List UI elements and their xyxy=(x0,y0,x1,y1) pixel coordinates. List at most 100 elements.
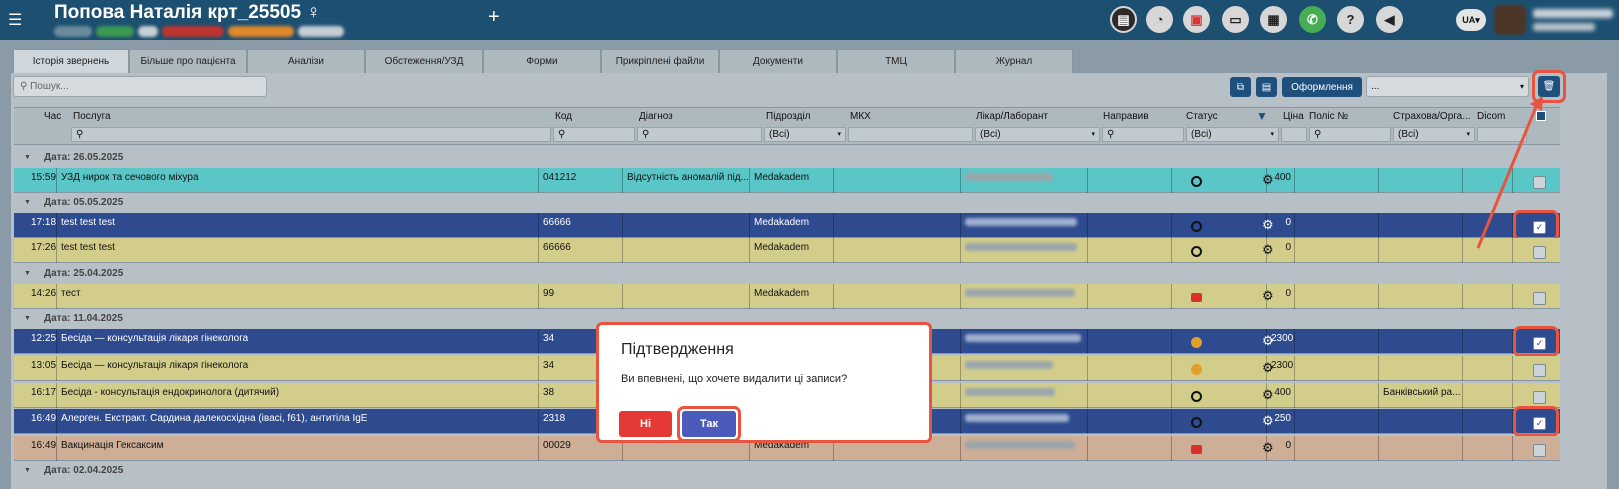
copy-button[interactable]: ⧉ xyxy=(1230,77,1251,97)
table-row[interactable]: 14:26 тест 99 Medakadem 0 ⚙ xyxy=(14,284,1560,309)
megaphone-icon[interactable]: ◀ xyxy=(1376,6,1403,33)
select-all-checkbox[interactable] xyxy=(1536,111,1546,121)
gear-icon[interactable]: ⚙ xyxy=(1262,333,1274,349)
row-checkbox[interactable]: ✓ xyxy=(1533,337,1546,350)
calculator-icon[interactable]: ▦ xyxy=(1260,6,1287,33)
status-circle-icon xyxy=(1191,417,1202,428)
chat-icon[interactable]: ▤ xyxy=(1110,6,1137,33)
col-code[interactable]: Код xyxy=(555,111,572,122)
date-group-row[interactable]: ▼ Дата: 05.05.2025 xyxy=(14,193,1560,213)
col-insurer[interactable]: Страхова/Орга... xyxy=(1393,111,1471,122)
filter-mkh[interactable] xyxy=(848,127,973,142)
row-checkbox[interactable] xyxy=(1533,364,1546,377)
row-checkbox[interactable] xyxy=(1533,292,1546,305)
cell-time: 14:26 xyxy=(27,284,57,309)
phone-icon[interactable]: ✆ xyxy=(1299,6,1326,33)
add-tab-icon[interactable]: + xyxy=(488,6,500,29)
col-time[interactable]: Час xyxy=(44,111,61,122)
collapse-icon[interactable]: ▼ xyxy=(24,461,31,481)
top-bar: ☰ Попова Наталія крт_25505 ♀ + ▤ ◔ ▣ ▭ ▦… xyxy=(0,0,1619,40)
row-checkbox[interactable]: ✓ xyxy=(1533,221,1546,234)
collapse-icon[interactable]: ▼ xyxy=(24,309,31,329)
tab-more-about-patient[interactable]: Більше про пацієнта xyxy=(129,49,247,73)
date-group-row[interactable]: ▼ Дата: 25.04.2025 xyxy=(14,264,1560,284)
gear-icon[interactable]: ⚙ xyxy=(1262,288,1274,304)
tab-journal[interactable]: Журнал xyxy=(955,49,1073,73)
tab-documents[interactable]: Документи xyxy=(719,49,837,73)
filter-status[interactable]: (Всі) ▾ xyxy=(1186,127,1279,142)
notification-icon[interactable]: ◔ xyxy=(1146,6,1173,33)
filter-policy[interactable]: ⚲ xyxy=(1309,127,1391,142)
filter-service[interactable]: ⚲ xyxy=(71,127,551,142)
delete-button[interactable]: 🗑 xyxy=(1538,76,1560,97)
chevron-down-icon: ▾ xyxy=(1091,131,1095,138)
tab-examinations[interactable]: Обстеження/УЗД xyxy=(365,49,483,73)
help-icon[interactable]: ? xyxy=(1337,6,1364,33)
filter-referred[interactable]: ⚲ xyxy=(1102,127,1184,142)
row-checkbox[interactable] xyxy=(1533,176,1546,189)
cell-referred xyxy=(1088,409,1172,434)
search-input[interactable]: ⚲ Пошук... xyxy=(13,76,267,97)
col-doctor[interactable]: Лікар/Лаборант xyxy=(976,111,1048,122)
col-dicom[interactable]: Dicom xyxy=(1477,111,1505,122)
date-group-row[interactable]: ▼ Дата: 26.05.2025 xyxy=(14,148,1560,168)
collapse-icon[interactable]: ▼ xyxy=(24,264,31,284)
row-checkbox[interactable]: ✓ xyxy=(1533,417,1546,430)
avatar[interactable] xyxy=(1494,5,1526,35)
tab-forms[interactable]: Форми xyxy=(483,49,601,73)
filter-insurer[interactable]: (Всі) ▾ xyxy=(1393,127,1475,142)
tab-tmc[interactable]: ТМЦ xyxy=(837,49,955,73)
filter-diagnosis[interactable]: ⚲ xyxy=(637,127,762,142)
row-checkbox[interactable] xyxy=(1533,444,1546,457)
gear-icon[interactable]: ⚙ xyxy=(1262,440,1274,456)
filter-code[interactable]: ⚲ xyxy=(553,127,635,142)
cell-code: 99 xyxy=(539,284,623,309)
col-policy[interactable]: Поліс № xyxy=(1309,111,1348,122)
language-selector[interactable]: UA▾ xyxy=(1456,9,1486,31)
tab-history[interactable]: Історія звернень xyxy=(13,49,129,73)
gear-icon[interactable]: ⚙ xyxy=(1262,172,1274,188)
col-price[interactable]: Ціна xyxy=(1283,111,1304,122)
col-referred[interactable]: Направив xyxy=(1103,111,1149,122)
gear-icon[interactable]: ⚙ xyxy=(1262,217,1274,233)
action-select[interactable]: ... ▾ xyxy=(1366,76,1529,97)
col-department[interactable]: Підрозділ xyxy=(766,111,811,122)
menu-icon[interactable]: ☰ xyxy=(8,10,22,30)
table-row[interactable]: 17:18 test test test 66666 Medakadem 0 ⚙ ✓ xyxy=(14,210,1560,241)
filter-dicom[interactable] xyxy=(1477,127,1527,142)
filter-department[interactable]: (Всі) ▾ xyxy=(764,127,846,142)
cell-doctor xyxy=(961,436,1088,461)
card-icon[interactable]: ▭ xyxy=(1222,6,1249,33)
gear-icon[interactable]: ⚙ xyxy=(1262,413,1274,429)
chevron-down-icon: ▾ xyxy=(1519,82,1524,91)
row-checkbox[interactable] xyxy=(1533,391,1546,404)
cell-time: 16:49 xyxy=(27,436,57,461)
tab-analyses[interactable]: Аналізи xyxy=(247,49,365,73)
yes-button[interactable]: Так xyxy=(682,411,736,437)
table-row[interactable]: 15:59 УЗД нирок та сечового міхура 041212 В… xyxy=(14,168,1560,193)
print-button[interactable]: ▤ xyxy=(1256,77,1277,97)
row-checkbox[interactable] xyxy=(1533,246,1546,259)
gear-icon[interactable]: ⚙ xyxy=(1262,360,1274,376)
status-dot-icon xyxy=(1191,364,1202,375)
col-diagnosis[interactable]: Діагноз xyxy=(639,111,673,122)
filter-price[interactable] xyxy=(1281,127,1307,142)
no-button[interactable]: Ні xyxy=(619,411,672,437)
filter-icon[interactable]: ▼ xyxy=(1256,109,1268,123)
col-mkh[interactable]: МКХ xyxy=(850,111,871,122)
filter-insurer-value: (Всі) xyxy=(1398,129,1419,140)
tab-attached-files[interactable]: Прикріплені файли xyxy=(601,49,719,73)
filter-doctor[interactable]: (Всі) ▾ xyxy=(975,127,1100,142)
format-button[interactable]: Оформлення xyxy=(1282,77,1362,97)
collapse-icon[interactable]: ▼ xyxy=(24,148,31,168)
col-status[interactable]: Статус xyxy=(1186,111,1218,122)
date-group-row[interactable]: ▼ Дата: 02.04.2025 xyxy=(14,461,1560,481)
cell-policy xyxy=(1295,329,1379,354)
gear-icon[interactable]: ⚙ xyxy=(1262,387,1274,403)
col-service[interactable]: Послуга xyxy=(73,111,111,122)
collapse-icon[interactable]: ▼ xyxy=(24,193,31,213)
cell-service: Алерген. Екстракт. Сардина далекосхідна … xyxy=(57,409,539,434)
table-row[interactable]: 17:26 test test test 66666 Medakadem 0 ⚙ xyxy=(14,238,1560,263)
gear-icon[interactable]: ⚙ xyxy=(1262,242,1274,258)
pdf-icon[interactable]: ▣ xyxy=(1183,6,1210,33)
